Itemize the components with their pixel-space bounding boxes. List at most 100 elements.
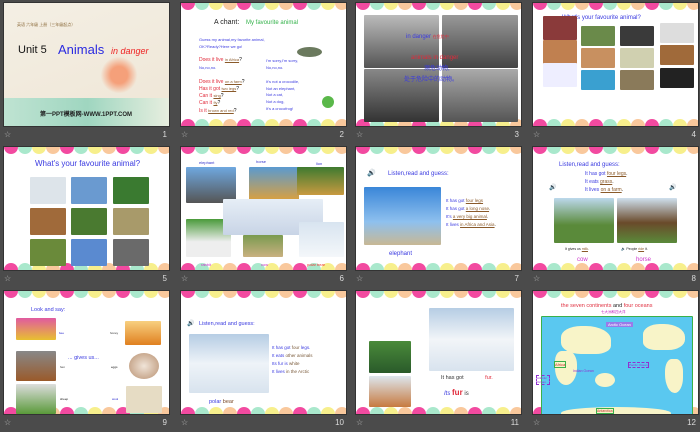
star-icon[interactable]: ☆	[533, 274, 540, 283]
slide-number: 4	[691, 130, 696, 139]
speaker-icon[interactable]: 🔊	[187, 320, 194, 327]
scalloped-border	[181, 3, 346, 10]
slide-number: 11	[510, 418, 519, 427]
clue-line: It has got four legs.	[272, 345, 311, 350]
star-icon[interactable]: ☆	[533, 130, 540, 139]
clue-line: It has got four legs.	[585, 171, 628, 177]
cow-clue: It gives us milk.	[565, 247, 589, 251]
slide-thumbnail-7[interactable]: 🔊 Listen,read and guess: It has got four…	[355, 146, 525, 288]
speaker-icon[interactable]: 🔊	[669, 184, 676, 191]
lion-photo	[249, 167, 299, 200]
star-icon[interactable]: ☆	[181, 130, 188, 139]
slide-heading: Listen,read and guess:	[559, 162, 620, 168]
slide-2[interactable]: A chant: My favourite animal Guess my an…	[180, 2, 347, 127]
chant-heading: A chant:	[214, 19, 240, 26]
label-indian-ocean: Indian Ocean	[573, 369, 594, 373]
chant-line: No,no,no.	[199, 65, 217, 70]
slide-thumbnail-12[interactable]: the seven continents and four oceans 七大洲…	[532, 290, 700, 432]
label-rabbit: rabbit	[201, 262, 212, 267]
animal-photo	[660, 23, 694, 43]
slide-5[interactable]: What's your favourite animal?	[3, 146, 170, 271]
slide-footer: ☆ 2	[180, 130, 347, 142]
star-icon[interactable]: ☆	[356, 130, 363, 139]
slide-thumbnail-9[interactable]: Look and say: bee honey hen eggs sheep w…	[3, 290, 173, 432]
star-icon[interactable]: ☆	[181, 274, 188, 283]
animal-photo	[113, 239, 149, 266]
clue-line: It lives in the Arctic	[272, 369, 310, 374]
slide-4[interactable]: What's your favourite animal?	[532, 2, 699, 127]
slide-10[interactable]: 🔊 Listen,read and guess: It has got four…	[180, 290, 347, 415]
animal-photo	[30, 177, 66, 204]
scalloped-border	[4, 291, 169, 298]
animal-photo	[581, 70, 615, 90]
chant-line: I'm sorry,I'm sorry,	[266, 58, 299, 63]
map-subtitle: 七大洲和四大洋	[601, 310, 626, 314]
slide-number: 1	[162, 130, 167, 139]
slide-footer: ☆ 3	[355, 130, 522, 142]
slide-thumbnail-11[interactable]: It has got fur. Its fur is ☆ 11	[355, 290, 525, 432]
slide-7[interactable]: 🔊 Listen,read and guess: It has got four…	[355, 146, 522, 271]
speaker-icon[interactable]: 🔊	[549, 184, 556, 191]
animal-photo	[543, 16, 577, 40]
slide-thumbnail-4[interactable]: What's your favourite animal? ☆ 4	[532, 2, 700, 144]
label-antarctica: Antarctica	[596, 408, 614, 414]
star-icon[interactable]: ☆	[533, 418, 540, 427]
slide-footer: ☆ 8	[532, 274, 699, 286]
slide-footer: ☆ 6	[180, 274, 347, 286]
label-africa: Africa	[554, 361, 567, 368]
label-honey: honey	[110, 331, 119, 335]
slide-thumbnail-5[interactable]: What's your favourite animal? ☆ 5	[3, 146, 173, 288]
slide-number: 7	[514, 274, 519, 283]
slide-footer: ☆ 5	[3, 274, 170, 286]
slide-thumbnail-8[interactable]: Listen,read and guess: It has got four l…	[532, 146, 700, 288]
watercolor-flowers	[99, 55, 139, 95]
slide-thumbnail-1[interactable]: 英语 六年级 上册（三年级起点） Unit 5 Animals in dange…	[3, 2, 173, 144]
star-icon[interactable]: ☆	[4, 130, 11, 139]
slide-thumbnail-6[interactable]: elephant horse lion rabbit cow polar bea…	[180, 146, 350, 288]
speaker-icon[interactable]: 🔊	[367, 169, 376, 177]
continent-oceania	[595, 373, 615, 387]
star-icon[interactable]: ☆	[356, 418, 363, 427]
slide-number: 3	[514, 130, 519, 139]
slide-number: 8	[691, 274, 696, 283]
slide-heading: Look and say:	[31, 307, 66, 313]
animal-photo	[660, 45, 694, 65]
slide-1[interactable]: 英语 六年级 上册（三年级起点） Unit 5 Animals in dange…	[3, 2, 170, 127]
honey-photo	[125, 321, 161, 345]
chant-line: It's a crocofrog!	[266, 106, 294, 111]
animal-photo	[543, 40, 577, 64]
panda-photo	[369, 341, 411, 373]
answer-label: elephant	[389, 251, 413, 257]
slide-12[interactable]: the seven continents and four oceans 七大洲…	[532, 290, 699, 415]
title-in-danger: in danger	[111, 46, 149, 56]
star-icon[interactable]: ☆	[4, 274, 11, 283]
slide-number: 9	[162, 418, 167, 427]
slide-9[interactable]: Look and say: bee honey hen eggs sheep w…	[3, 290, 170, 415]
clue-line: It lives in Africa and Asia.	[446, 222, 496, 227]
slide-thumbnail-3[interactable]: in danger 在危险中 animals in danger 濒危动物, 处…	[355, 2, 525, 144]
slide-thumbnail-2[interactable]: A chant: My favourite animal Guess my an…	[180, 2, 350, 144]
star-icon[interactable]: ☆	[4, 418, 11, 427]
in-danger-label: in danger 在危险中	[406, 34, 449, 40]
star-icon[interactable]: ☆	[181, 418, 188, 427]
star-icon[interactable]: ☆	[356, 274, 363, 283]
slide-subtitle: 英语 六年级 上册（三年级起点）	[17, 22, 76, 27]
animal-photo	[543, 63, 577, 87]
slide-footer: ☆ 4	[532, 130, 699, 142]
slide-8[interactable]: Listen,read and guess: It has got four l…	[532, 146, 699, 271]
slide-heading: Listen,read and guess:	[199, 321, 255, 327]
clue-line: It's a very big animal.	[446, 214, 489, 219]
slide-11[interactable]: It has got fur. Its fur is	[355, 290, 522, 415]
scalloped-border	[4, 147, 169, 154]
slide-6[interactable]: elephant horse lion rabbit cow polar bea…	[180, 146, 347, 271]
slide-number: 12	[687, 418, 696, 427]
translation-1: 濒危动物,	[424, 66, 450, 72]
slide-footer: ☆ 9	[3, 418, 170, 430]
animal-photo	[660, 68, 694, 88]
slide-3[interactable]: in danger 在危险中 animals in danger 濒危动物, 处…	[355, 2, 522, 127]
label-pacific-ocean: Pacific Ocean	[628, 362, 649, 368]
translation-2: 处于危险中的动物。	[404, 77, 459, 83]
slide-thumbnail-10[interactable]: 🔊 Listen,read and guess: It has got four…	[180, 290, 350, 432]
scalloped-border	[181, 291, 346, 298]
label-lion: lion	[316, 161, 323, 166]
